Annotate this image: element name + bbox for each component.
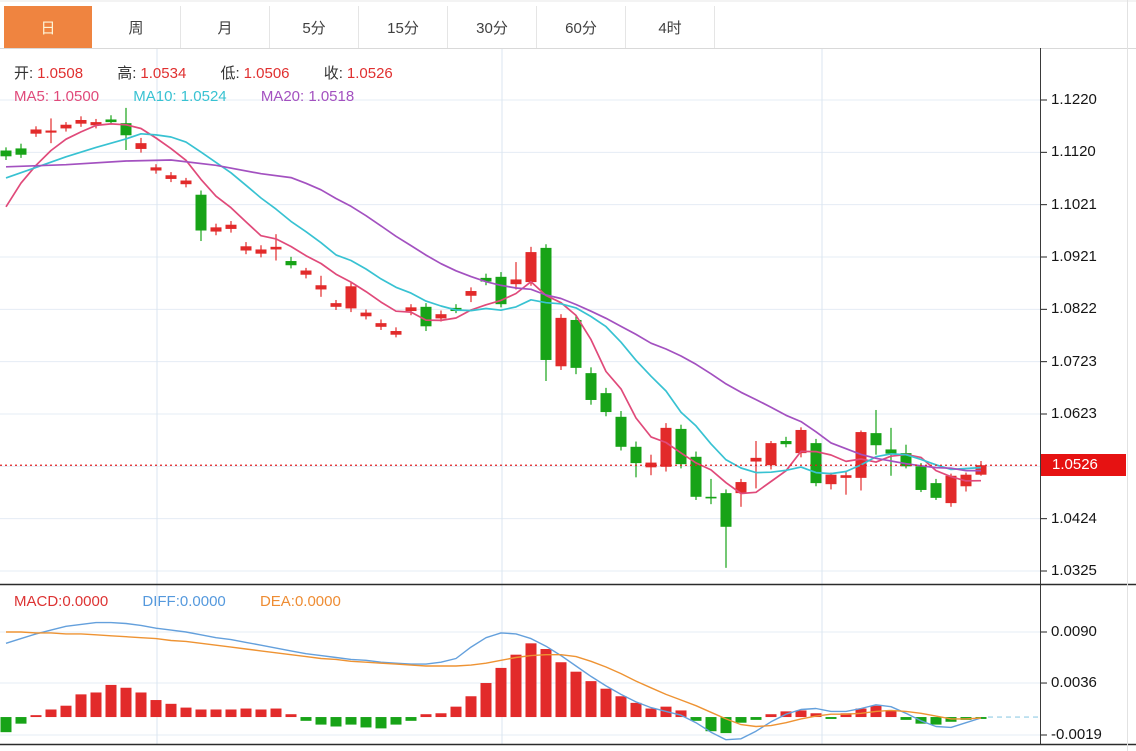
tab-day[interactable]: 日 [4, 6, 92, 48]
open-value: 1.0508 [37, 65, 83, 82]
period-tabbar: 日周月5分15分30分60分4时 [4, 6, 715, 48]
open-label: 开: [14, 65, 33, 82]
tab-60min[interactable]: 60分 [537, 6, 626, 48]
dea-legend-value: DEA:0.0000 [260, 593, 341, 610]
ohlc-legend: 开:1.0508 高:1.0534 低: 1.0506 收:1.0526 [14, 62, 397, 83]
macd-legend-value: MACD:0.0000 [14, 593, 108, 610]
price-axis-label: 1.1120 [1051, 143, 1096, 161]
price-axis-label: 1.0822 [1051, 300, 1097, 318]
tab-month[interactable]: 月 [181, 6, 270, 48]
ma5-legend-value: MA5: 1.0500 [14, 88, 99, 105]
current-price-badge: 1.0526 [1041, 454, 1126, 476]
top-border [0, 0, 1136, 2]
price-axis-label: 1.1021 [1051, 196, 1097, 214]
price-axis-label: 1.0623 [1051, 405, 1097, 423]
price-axis-label: 1.0921 [1051, 248, 1097, 266]
chart-canvas [0, 0, 1136, 751]
kline-chart-app: 日周月5分15分30分60分4时 开:1.0508 高:1.0534 低: 1.0… [0, 0, 1136, 751]
ma-legend: MA5: 1.0500 MA10: 1.0524 MA20: 1.0518 [14, 88, 358, 105]
low-value: 1.0506 [244, 65, 290, 82]
tabbar-underline [0, 48, 1136, 49]
close-value: 1.0526 [347, 65, 393, 82]
ma10-legend-value: MA10: 1.0524 [133, 88, 226, 105]
macd-axis-label: -0.0019 [1051, 726, 1102, 744]
close-label: 收: [324, 65, 343, 82]
ma20-legend-value: MA20: 1.0518 [261, 88, 354, 105]
price-axis-label: 1.0723 [1051, 353, 1097, 371]
high-value: 1.0534 [140, 65, 186, 82]
price-axis-label: 1.0424 [1051, 510, 1097, 528]
high-label: 高: [117, 65, 136, 82]
diff-legend-value: DIFF:0.0000 [142, 593, 225, 610]
macd-legend: MACD:0.0000 DIFF:0.0000 DEA:0.0000 [14, 593, 345, 610]
tab-5min[interactable]: 5分 [270, 6, 359, 48]
tab-30min[interactable]: 30分 [448, 6, 537, 48]
price-axis-label: 1.0325 [1051, 562, 1097, 580]
macd-axis-label: 0.0036 [1051, 674, 1097, 692]
macd-axis-label: 0.0090 [1051, 623, 1097, 641]
price-axis-label: 1.1220 [1051, 91, 1097, 109]
low-label: 低: [220, 65, 239, 82]
right-border [1127, 0, 1128, 751]
tab-4hour[interactable]: 4时 [626, 6, 715, 48]
tab-15min[interactable]: 15分 [359, 6, 448, 48]
tab-week[interactable]: 周 [92, 6, 181, 48]
